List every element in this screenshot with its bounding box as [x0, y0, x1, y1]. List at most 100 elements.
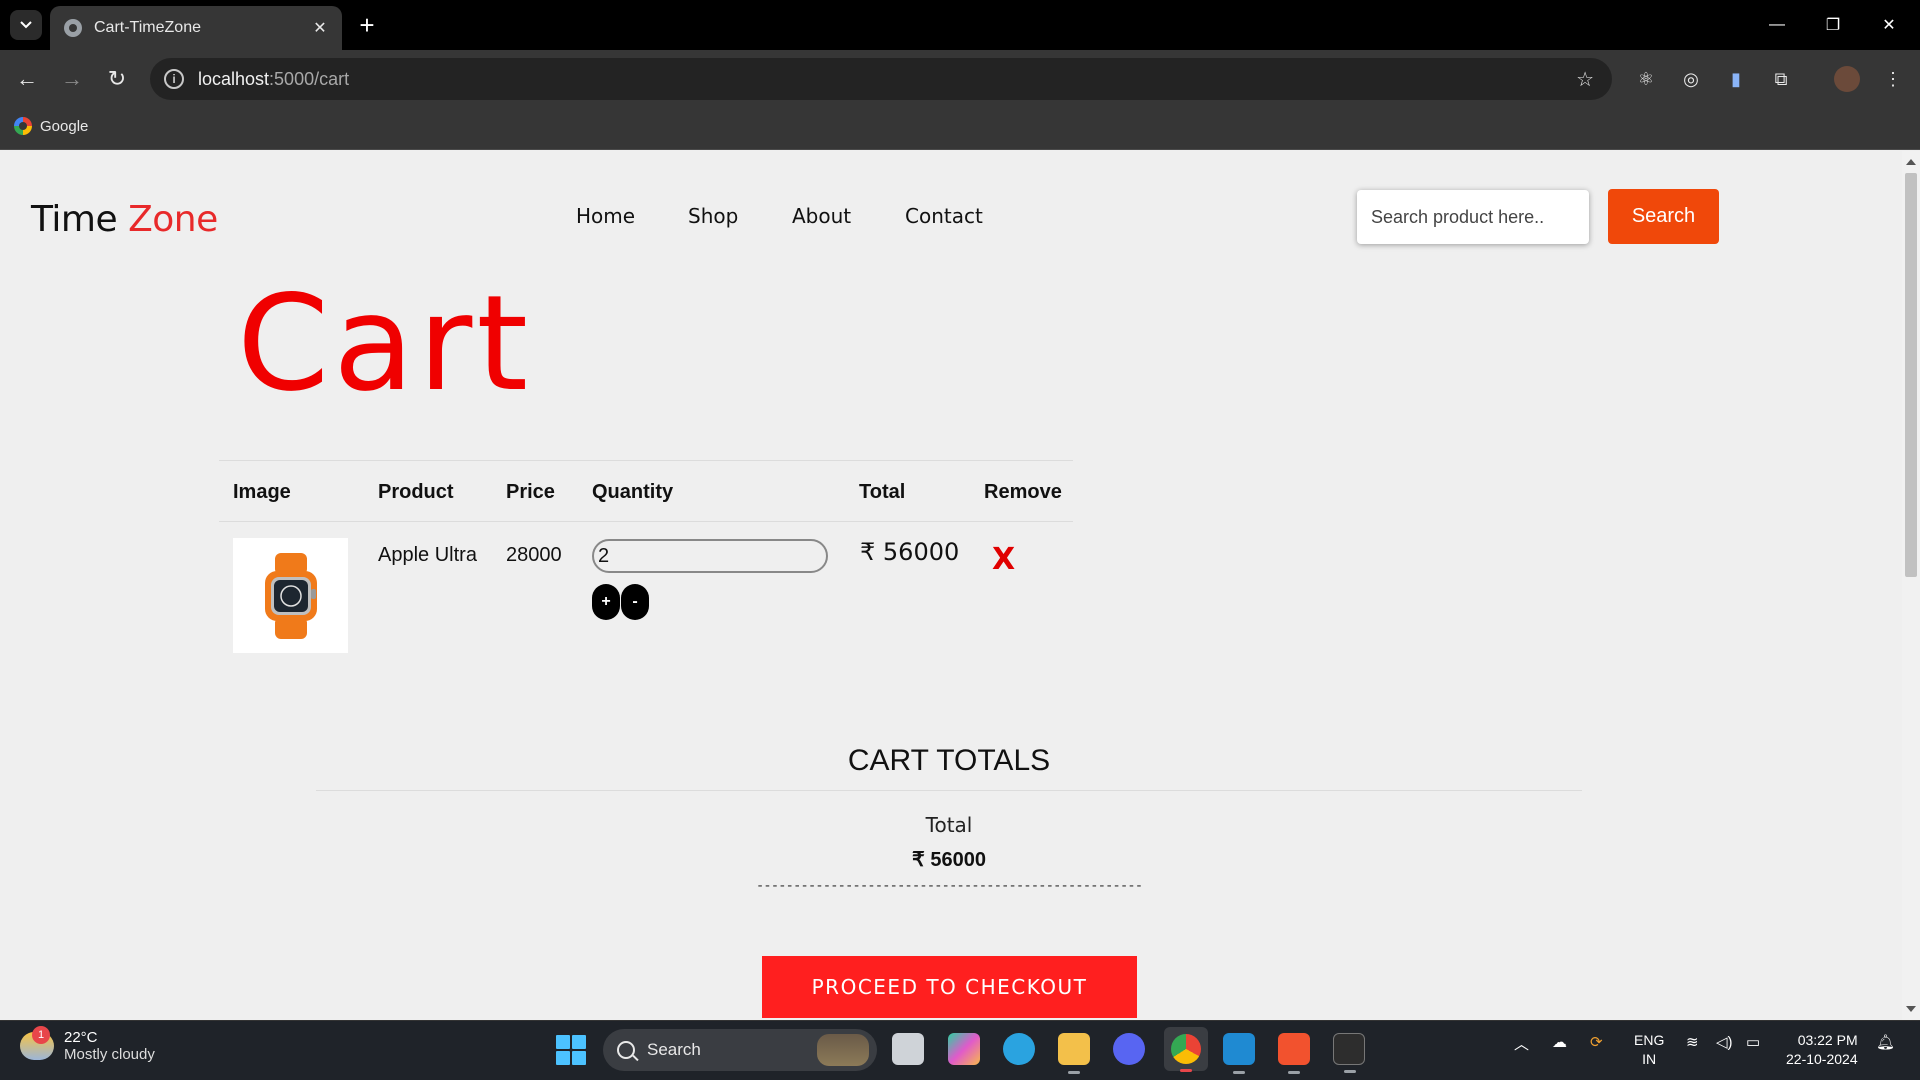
terminal-icon[interactable] — [1333, 1033, 1365, 1073]
clock-date: 22-10-2024 — [1786, 1051, 1858, 1067]
minimize-button[interactable]: — — [1750, 0, 1804, 50]
row-total: ₹ 56000 — [860, 538, 960, 566]
language-indicator[interactable]: ENG IN — [1634, 1031, 1664, 1069]
remove-item-button[interactable]: X — [992, 542, 1015, 577]
scroll-down-arrow[interactable] — [1906, 1006, 1916, 1012]
clock[interactable]: 03:22 PM 22-10-2024 — [1786, 1031, 1858, 1069]
search-icon — [617, 1041, 635, 1059]
reload-icon[interactable]: ↻ — [102, 64, 132, 94]
nav-shop[interactable]: Shop — [688, 204, 738, 228]
tab-list-button[interactable] — [10, 10, 42, 40]
col-quantity: Quantity — [592, 481, 674, 503]
site-logo[interactable]: Time Zone — [31, 199, 218, 240]
bookmark-google[interactable]: Google — [14, 117, 88, 135]
col-total: Total — [859, 481, 906, 503]
google-icon — [14, 117, 32, 135]
discord-icon[interactable] — [1113, 1033, 1145, 1065]
react-devtools-icon[interactable]: ⚛ — [1633, 66, 1659, 92]
chrome-icon[interactable] — [1164, 1027, 1208, 1072]
menu-kebab-icon[interactable]: ⋮ — [1880, 66, 1906, 92]
extension-target-icon[interactable]: ◎ — [1678, 66, 1704, 92]
back-icon[interactable]: ← — [12, 64, 42, 94]
col-image: Image — [233, 481, 291, 503]
checkout-button[interactable]: PROCEED TO CHECKOUT — [762, 956, 1137, 1018]
wifi-icon[interactable]: ≋ — [1686, 1033, 1699, 1051]
browser-tab[interactable]: Cart-TimeZone ✕ — [50, 6, 342, 50]
page-title: Cart — [237, 267, 533, 421]
cart-totals-heading: CART TOTALS — [316, 744, 1582, 791]
product-price: 28000 — [506, 544, 562, 566]
search-button[interactable]: Search — [1608, 189, 1719, 244]
task-view-icon[interactable] — [892, 1033, 924, 1065]
total-label: Total — [925, 813, 973, 837]
nav-contact[interactable]: Contact — [905, 204, 983, 228]
page-scrollbar[interactable] — [1902, 151, 1920, 1020]
col-remove: Remove — [984, 481, 1062, 503]
notification-bell-icon[interactable]: 🔔︎ — [1876, 1033, 1895, 1051]
close-tab-icon[interactable]: ✕ — [310, 18, 330, 38]
address-bar[interactable]: i localhost:5000/cart ☆ — [150, 58, 1612, 100]
extension-docs-icon[interactable]: ▮ — [1723, 66, 1749, 92]
restore-button[interactable]: ❐ — [1806, 0, 1860, 50]
weather-temp: 22°C — [64, 1029, 98, 1046]
logo-zone: Zone — [128, 199, 218, 240]
search-highlight-image — [817, 1034, 869, 1066]
sync-icon[interactable]: ⟳ — [1590, 1033, 1603, 1051]
cloudy-weather-icon: 1 — [20, 1026, 54, 1060]
scrollbar-thumb[interactable] — [1905, 173, 1917, 577]
telegram-icon[interactable] — [1003, 1033, 1035, 1065]
product-name: Apple Ultra — [378, 544, 477, 566]
increase-quantity-button[interactable]: + — [592, 584, 620, 620]
table-header: Image Product Price Quantity Total Remov… — [219, 460, 1073, 522]
table-row: Apple Ultra 28000 + - ₹ 56000 X — [219, 522, 1073, 662]
windows-start-icon[interactable] — [556, 1035, 586, 1065]
vscode-icon[interactable] — [1223, 1033, 1255, 1074]
cart-totals: CART TOTALS Total ₹ 56000 --------------… — [316, 744, 1582, 894]
browser-tabstrip: Cart-TimeZone ✕ + — ❐ ✕ — [0, 0, 1920, 50]
battery-icon[interactable]: ▭ — [1746, 1033, 1760, 1051]
scroll-up-arrow[interactable] — [1906, 159, 1916, 165]
quantity-input[interactable] — [592, 539, 828, 573]
col-price: Price — [506, 481, 555, 503]
cart-table: Image Product Price Quantity Total Remov… — [219, 460, 1073, 662]
tray-chevron-icon[interactable]: ︿ — [1514, 1033, 1529, 1054]
bookmark-label: Google — [40, 117, 89, 135]
extensions-puzzle-icon[interactable]: ⧉ — [1768, 66, 1794, 92]
decrease-quantity-button[interactable]: - — [621, 584, 649, 620]
url-host: localhost — [198, 68, 270, 89]
watch-icon — [264, 552, 317, 639]
lang-eng: ENG — [1634, 1032, 1665, 1048]
search-input[interactable] — [1357, 190, 1589, 244]
site-info-icon[interactable]: i — [164, 69, 184, 89]
bookmark-star-icon[interactable]: ☆ — [1576, 67, 1594, 92]
col-product: Product — [378, 481, 454, 503]
weather-widget[interactable]: 1 22°C Mostly cloudy — [20, 1026, 155, 1063]
chevron-down-icon — [20, 21, 32, 29]
nav-about[interactable]: About — [792, 204, 851, 228]
new-tab-button[interactable]: + — [352, 10, 382, 40]
weather-desc: Mostly cloudy — [64, 1046, 155, 1063]
file-explorer-icon[interactable] — [1058, 1033, 1090, 1074]
browser-toolbar: ← → ↻ i localhost:5000/cart ☆ — [0, 50, 1920, 108]
bookmarks-bar: Google — [0, 108, 1920, 150]
brave-icon[interactable] — [1278, 1033, 1310, 1074]
forward-icon[interactable]: → — [57, 64, 87, 94]
nav-home[interactable]: Home — [576, 204, 635, 228]
close-window-button[interactable]: ✕ — [1862, 0, 1916, 50]
page-content: Time Zone Home Shop About Contact Search… — [0, 151, 1902, 1020]
url-path: :5000/cart — [269, 68, 350, 89]
weather-badge: 1 — [32, 1026, 50, 1044]
total-amount: ₹ 56000 — [912, 849, 986, 871]
taskbar-search-label: Search — [647, 1040, 701, 1059]
logo-time: Time — [31, 199, 118, 240]
windows-taskbar: 1 22°C Mostly cloudy Search ︿ ☁ ⟳ ENG IN… — [0, 1020, 1920, 1080]
taskbar-search[interactable]: Search — [603, 1029, 877, 1071]
volume-icon[interactable]: ◁) — [1716, 1033, 1733, 1051]
globe-icon — [64, 19, 82, 37]
profile-avatar[interactable] — [1834, 66, 1860, 92]
clock-time: 03:22 PM — [1797, 1032, 1858, 1048]
total-divider: ----------------------------------------… — [755, 878, 1143, 894]
copilot-icon[interactable] — [948, 1033, 980, 1065]
product-image — [233, 538, 348, 653]
onedrive-icon[interactable]: ☁ — [1552, 1033, 1567, 1051]
